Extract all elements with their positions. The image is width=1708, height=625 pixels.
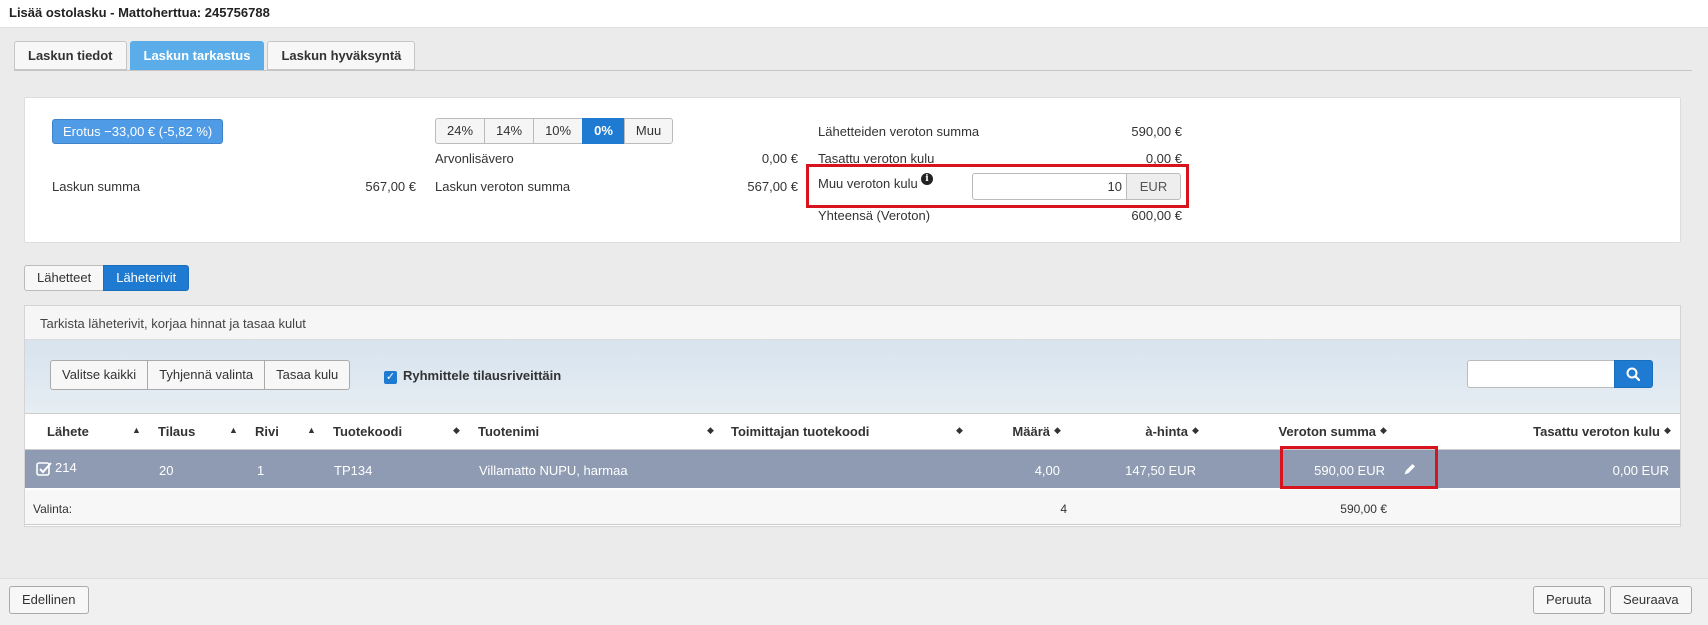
footer-veroton-summa: 590,00 €	[1340, 502, 1387, 516]
cell-a-hinta: 147,50 EUR	[1125, 463, 1196, 478]
grid-action-buttons: Valitse kaikki Tyhjennä valinta Tasaa ku…	[50, 360, 351, 390]
window-title: Lisää ostolasku - Mattoherttua: 24575678…	[0, 0, 1708, 28]
cell-maara: 4,00	[1034, 463, 1060, 478]
invoice-sum-value: 567,00 €	[365, 179, 416, 194]
highlight-box-other-cost	[806, 164, 1189, 208]
grid-footer-row	[25, 490, 1680, 525]
column-tilaus[interactable]: Tilaus	[158, 424, 195, 439]
previous-button[interactable]: Edellinen	[9, 586, 89, 614]
search-button[interactable]	[1614, 360, 1653, 388]
sort-both-icon[interactable]: ◆	[1380, 425, 1387, 436]
delivery-net-label: Lähetteiden veroton summa	[818, 124, 980, 139]
grid-heading: Tarkista läheterivit, korjaa hinnat ja t…	[25, 306, 1680, 340]
group-by-order-checkbox[interactable]: ✓	[384, 371, 397, 384]
cell-rivi: 1	[257, 463, 265, 478]
vat-option-24[interactable]: 24%	[435, 118, 486, 144]
column-tuotenimi[interactable]: Tuotenimi	[478, 424, 539, 439]
invoice-sum-label: Laskun summa	[52, 179, 141, 194]
cell-tilaus: 20	[159, 463, 174, 478]
tab-laheterivit[interactable]: Läheterivit	[103, 265, 190, 291]
sort-both-icon[interactable]: ◆	[707, 425, 714, 436]
tab-laskun-tarkastus[interactable]: Laskun tarkastus	[129, 41, 265, 70]
column-maara[interactable]: Määrä	[960, 424, 1050, 439]
column-rivi[interactable]: Rivi	[255, 424, 279, 439]
group-by-order-label[interactable]: Ryhmittele tilausriveittäin	[403, 368, 561, 383]
net-sum-label: Laskun veroton summa	[435, 179, 571, 194]
cell-lahete: 214	[55, 460, 77, 475]
vat-label: Arvonlisävero	[435, 151, 514, 166]
main-tabs: Laskun tiedot Laskun tarkastus Laskun hy…	[14, 41, 416, 70]
column-tuotekoodi[interactable]: Tuotekoodi	[333, 424, 402, 439]
vat-option-14[interactable]: 14%	[484, 118, 535, 144]
cell-tasattu-kulu: 0,00 EUR	[1612, 463, 1669, 478]
net-sum-value: 567,00 €	[747, 179, 798, 194]
column-lahete[interactable]: Lähete	[47, 424, 89, 439]
cancel-button[interactable]: Peruuta	[1533, 586, 1605, 614]
total-label: Yhteensä (Veroton)	[818, 208, 931, 223]
tab-lahetteet[interactable]: Lähetteet	[24, 265, 105, 291]
sort-both-icon[interactable]: ◆	[1192, 425, 1199, 436]
next-button[interactable]: Seuraava	[1610, 586, 1692, 614]
highlight-box-net-sum	[1280, 446, 1438, 489]
checked-checkbox-icon[interactable]	[36, 461, 52, 477]
tab-laskun-tiedot[interactable]: Laskun tiedot	[14, 41, 127, 70]
sub-tabs: Lähetteet Läheterivit	[24, 265, 190, 291]
tab-divider	[14, 70, 1692, 71]
select-all-button[interactable]: Valitse kaikki	[50, 360, 149, 390]
grid-search-input[interactable]	[1467, 360, 1615, 388]
column-veroton-summa[interactable]: Veroton summa	[1230, 424, 1376, 439]
clear-selection-button[interactable]: Tyhjennä valinta	[147, 360, 266, 390]
sort-asc-icon[interactable]: ▲	[307, 425, 316, 435]
level-cost-button[interactable]: Tasaa kulu	[264, 360, 351, 390]
column-tasattu-veroton-kulu[interactable]: Tasattu veroton kulu	[1480, 424, 1660, 439]
sort-both-icon[interactable]: ◆	[1664, 425, 1671, 436]
tab-laskun-hyvaksynta[interactable]: Laskun hyväksyntä	[267, 41, 416, 70]
vat-option-muu[interactable]: Muu	[623, 118, 674, 144]
sort-asc-icon[interactable]: ▲	[132, 425, 141, 435]
delivery-net-value: 590,00 €	[1131, 124, 1182, 139]
vat-option-10[interactable]: 10%	[533, 118, 584, 144]
cell-tuotenimi: Villamatto NUPU, harmaa	[479, 463, 628, 478]
vat-rate-selector: 24% 14% 10% 0% Muu	[435, 118, 674, 144]
vat-option-0[interactable]: 0%	[582, 118, 625, 144]
search-icon	[1626, 367, 1641, 382]
bottom-action-bar	[0, 578, 1708, 625]
total-value: 600,00 €	[1131, 208, 1182, 223]
column-a-hinta[interactable]: à-hinta	[1060, 424, 1188, 439]
footer-label: Valinta:	[33, 502, 73, 516]
difference-badge: Erotus −33,00 € (-5,82 %)	[52, 119, 224, 144]
footer-maara: 4	[1060, 502, 1067, 516]
column-toimittajan-tuotekoodi[interactable]: Toimittajan tuotekoodi	[731, 424, 869, 439]
sort-asc-icon[interactable]: ▲	[229, 425, 238, 435]
cell-tuotekoodi: TP134	[334, 463, 373, 478]
sort-both-icon[interactable]: ◆	[453, 425, 460, 436]
vat-value: 0,00 €	[761, 151, 798, 166]
